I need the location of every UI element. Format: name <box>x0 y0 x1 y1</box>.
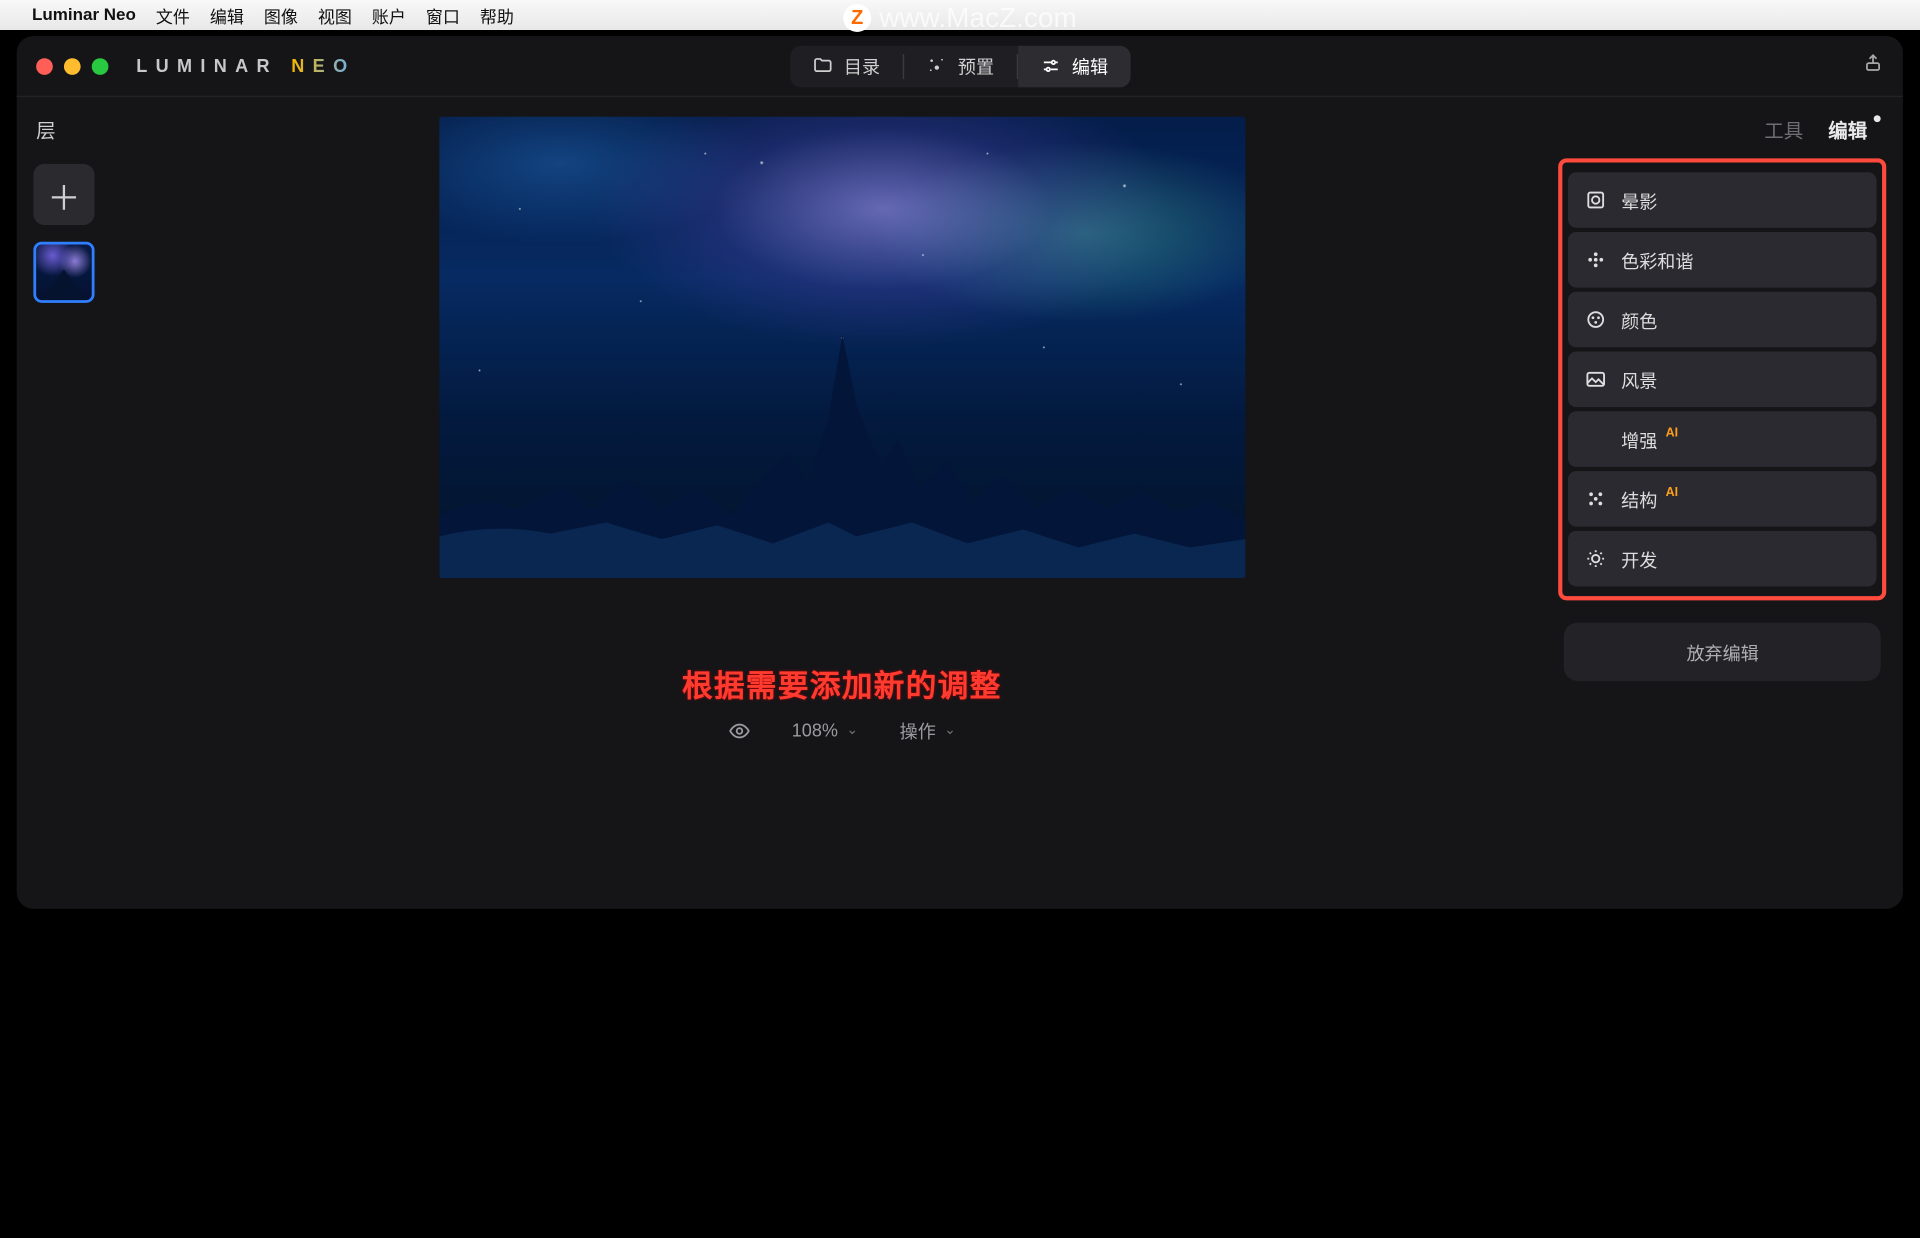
tool-structure-ai[interactable]: 结构 AI <box>1568 471 1877 527</box>
mountain-shape <box>439 300 1245 578</box>
tool-label: 风景 <box>1621 366 1657 392</box>
tab-catalog-label: 目录 <box>844 53 880 79</box>
tool-label: 开发 <box>1621 545 1657 571</box>
share-icon <box>1863 52 1884 73</box>
image-view[interactable] <box>439 117 1245 578</box>
tool-label: 晕影 <box>1621 187 1657 213</box>
tool-color-harmony[interactable]: 色彩和谐 <box>1568 232 1877 288</box>
flower-icon <box>1585 249 1607 271</box>
vignette-icon <box>1585 189 1607 211</box>
tab-catalog[interactable]: 目录 <box>790 45 903 87</box>
tab-edit-label: 编辑 <box>1072 53 1108 79</box>
tool-develop[interactable]: 开发 <box>1568 531 1877 587</box>
menubar-item-account[interactable]: 账户 <box>372 3 406 28</box>
zoom-icon[interactable] <box>92 58 109 75</box>
zoom-dropdown[interactable]: 108% ⌄ <box>792 720 858 741</box>
dots-icon <box>1585 488 1607 510</box>
menubar-item-edit[interactable]: 编辑 <box>210 3 244 28</box>
tools-highlight-box: 晕影 色彩和谐 颜色 风景 增强 AI <box>1559 158 1887 600</box>
menubar-app-name[interactable]: Luminar Neo <box>32 5 136 25</box>
tab-tools[interactable]: 工具 <box>1764 117 1803 145</box>
minimize-icon[interactable] <box>64 58 81 75</box>
tab-presets[interactable]: 预置 <box>904 45 1017 87</box>
burst-icon <box>1585 428 1607 450</box>
menubar-item-view[interactable]: 视图 <box>318 3 352 28</box>
eye-icon <box>728 719 750 741</box>
sliders-icon <box>1040 55 1061 76</box>
chevron-down-icon: ⌄ <box>944 723 956 738</box>
mac-menubar: Luminar Neo 文件 编辑 图像 视图 账户 窗口 帮助 Z www.M… <box>0 0 1920 30</box>
tool-label: 增强 <box>1621 426 1657 452</box>
right-panel: 工具 编辑 晕影 色彩和谐 颜色 风景 <box>1553 97 1903 909</box>
watermark: Z www.MacZ.com <box>843 2 1077 34</box>
sparkle-icon <box>926 55 947 76</box>
canvas-status-bar: 108% ⌄ 操作 ⌄ <box>728 717 956 743</box>
menubar-item-help[interactable]: 帮助 <box>480 3 514 28</box>
tab-presets-label: 预置 <box>958 53 994 79</box>
logo-part1: LUMIN <box>136 55 235 76</box>
ai-badge: AI <box>1666 425 1679 439</box>
titlebar: LUMINAR NEO 目录 预置 编辑 <box>17 36 1904 97</box>
menubar-item-image[interactable]: 图像 <box>264 3 298 28</box>
layers-rail: 层 ＋ <box>17 97 131 909</box>
window-traffic-lights <box>36 58 108 75</box>
discard-label: 放弃编辑 <box>1686 639 1758 665</box>
tool-label: 颜色 <box>1621 306 1657 332</box>
plus-icon: ＋ <box>47 170 80 219</box>
actions-dropdown[interactable]: 操作 ⌄ <box>900 717 956 743</box>
tool-landscape[interactable]: 风景 <box>1568 352 1877 408</box>
color-wheel-icon <box>1585 308 1607 330</box>
folder-icon <box>812 55 833 76</box>
zoom-value: 108% <box>792 720 838 741</box>
actions-label: 操作 <box>900 717 936 743</box>
chevron-down-icon: ⌄ <box>846 723 858 738</box>
ai-badge: AI <box>1666 485 1679 499</box>
menubar-item-file[interactable]: 文件 <box>156 3 190 28</box>
app-window: LUMINAR NEO 目录 预置 编辑 层 <box>17 36 1904 909</box>
visibility-toggle[interactable] <box>728 719 750 741</box>
top-mode-tabs: 目录 预置 编辑 <box>790 45 1131 87</box>
right-panel-tabs: 工具 编辑 <box>1553 108 1895 158</box>
menubar-item-window[interactable]: 窗口 <box>426 3 460 28</box>
close-icon[interactable] <box>36 58 53 75</box>
add-layer-button[interactable]: ＋ <box>33 164 94 225</box>
watermark-text: www.MacZ.com <box>879 2 1077 34</box>
tool-label: 色彩和谐 <box>1621 247 1693 273</box>
tab-edits[interactable]: 编辑 <box>1828 117 1867 145</box>
layer-thumb-selected[interactable] <box>33 242 94 303</box>
logo-part3: NEO <box>291 55 355 76</box>
discard-edits-button[interactable]: 放弃编辑 <box>1564 623 1881 681</box>
tool-vignette[interactable]: 晕影 <box>1568 172 1877 228</box>
layers-title: 层 <box>36 117 55 145</box>
tool-label: 结构 <box>1621 486 1657 512</box>
tool-color[interactable]: 颜色 <box>1568 292 1877 348</box>
sun-icon <box>1585 548 1607 570</box>
logo-part2: AR <box>235 55 291 76</box>
tool-enhance-ai[interactable]: 增强 AI <box>1568 411 1877 467</box>
canvas-area: 根据需要添加新的调整 108% ⌄ 操作 ⌄ <box>131 97 1553 909</box>
app-logo: LUMINAR NEO <box>136 55 355 76</box>
watermark-badge-icon: Z <box>843 4 871 32</box>
annotation-caption: 根据需要添加新的调整 <box>682 662 1002 706</box>
share-button[interactable] <box>1863 52 1884 80</box>
landscape-icon <box>1585 368 1607 390</box>
tab-edit[interactable]: 编辑 <box>1018 45 1131 87</box>
